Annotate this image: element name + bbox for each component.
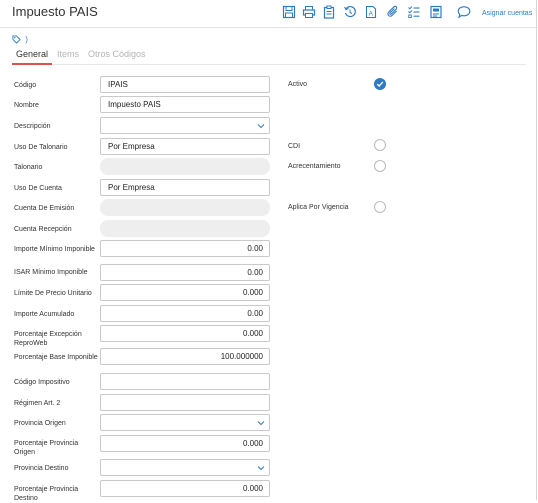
label-limite-precio: Límite De Precio Unitario <box>14 290 92 297</box>
history-icon[interactable] <box>343 5 357 19</box>
label-cuenta-recepcion: Cuenta Recepción <box>14 226 72 233</box>
label-cdi: CDI <box>288 143 301 150</box>
label-porcentaje-base: Porcentaje Base Imponible <box>14 354 98 361</box>
importe-acumulado-value: 0.00 <box>247 309 263 318</box>
label-aplica-vigencia: Aplica Por Vigencia <box>288 204 349 211</box>
label-uso-talonario: Uso De Talonario <box>14 144 68 151</box>
label-provincia-destino: Provincia Destino <box>14 465 69 472</box>
label-uso-cuenta: Uso De Cuenta <box>14 185 62 192</box>
importe-minimo-input[interactable]: 0.00 <box>100 240 270 257</box>
page-title: Impuesto PAIS <box>12 4 98 19</box>
checklist-icon[interactable] <box>407 5 421 19</box>
regimen-input[interactable] <box>100 394 270 411</box>
label-talonario: Talonario <box>14 164 43 171</box>
tab-otros-codigos[interactable]: Otros Códigos <box>88 49 146 59</box>
porcentaje-excepcion-input[interactable]: 0.000 <box>100 325 270 342</box>
codigo-input[interactable]: IPAIS <box>100 76 270 93</box>
label-porcentaje-provincia-destino: Porcentaje Provincia Destino <box>14 486 79 502</box>
header-divider <box>0 27 538 28</box>
importe-acumulado-input[interactable]: 0.00 <box>100 305 270 322</box>
aplica-vigencia-checkbox[interactable] <box>374 201 386 213</box>
tag-row[interactable]: ) <box>12 35 28 45</box>
chevron-down-icon <box>257 421 265 426</box>
clipboard-icon[interactable] <box>322 5 336 19</box>
porcentaje-base-value: 100.000000 <box>220 352 263 361</box>
comment-icon[interactable] <box>457 5 471 19</box>
label-cuenta-emision: Cuenta De Emisión <box>14 205 75 212</box>
cdi-checkbox[interactable] <box>374 139 386 151</box>
porcentaje-provincia-destino-value: 0.000 <box>242 484 263 493</box>
isar-minimo-input[interactable]: 0.00 <box>100 264 270 281</box>
porcentaje-provincia-origen-value: 0.000 <box>242 439 263 448</box>
save-icon[interactable] <box>282 5 296 19</box>
uso-talonario-value: Por Empresa <box>108 142 155 151</box>
uso-cuenta-input[interactable]: Por Empresa <box>100 179 270 196</box>
codigo-value: IPAIS <box>108 80 128 89</box>
codigo-impositivo-input[interactable] <box>100 373 270 390</box>
chevron-down-icon <box>257 124 265 129</box>
nombre-input[interactable]: Impuesto PAIS <box>100 96 270 113</box>
acrecentamiento-checkbox[interactable] <box>374 160 386 172</box>
isar-minimo-value: 0.00 <box>247 268 263 277</box>
checkmark-icon <box>376 81 384 87</box>
assign-accounts-link[interactable]: Asignar cuentas <box>482 10 532 17</box>
document-a-icon[interactable]: A <box>364 5 378 19</box>
label-importe-minimo: Importe Mínimo Imponible <box>14 246 95 253</box>
cuenta-emision-field <box>100 199 270 216</box>
label-porcentaje-provincia-origen: Porcentaje Provincia Origen <box>14 440 79 456</box>
active-tab-indicator <box>12 63 52 65</box>
label-descripcion: Descripción <box>14 123 51 130</box>
svg-text:A: A <box>369 11 374 18</box>
label-porcentaje-excepcion: Porcentaje Excepción ReproWeb <box>14 331 82 347</box>
tab-general[interactable]: General <box>16 49 48 59</box>
talonario-field <box>100 158 270 175</box>
cuenta-recepcion-field <box>100 220 270 237</box>
label-acrecentamiento: Acrecentamiento <box>288 163 341 170</box>
label-nombre: Nombre <box>14 102 39 109</box>
uso-cuenta-value: Por Empresa <box>108 183 155 192</box>
attachment-icon[interactable] <box>386 5 400 19</box>
label-importe-acumulado: Importe Acumulado <box>14 311 75 318</box>
limite-precio-value: 0.000 <box>242 288 263 297</box>
notes-icon[interactable] <box>429 5 443 19</box>
label-provincia-origen: Provincia Origen <box>14 420 66 427</box>
label-isar-minimo: ISAR Mínimo Imponible <box>14 269 88 276</box>
tabs-divider <box>12 64 526 65</box>
uso-talonario-input[interactable]: Por Empresa <box>100 138 270 155</box>
tag-text: ) <box>25 35 28 44</box>
chevron-down-icon <box>257 466 265 471</box>
print-icon[interactable] <box>302 5 316 19</box>
porcentaje-provincia-origen-input[interactable]: 0.000 <box>100 435 270 452</box>
activo-checkbox[interactable] <box>374 78 386 90</box>
porcentaje-excepcion-value: 0.000 <box>242 329 263 338</box>
provincia-origen-select[interactable] <box>100 414 270 431</box>
provincia-destino-select[interactable] <box>100 459 270 476</box>
tag-icon <box>12 35 21 45</box>
label-codigo: Código <box>14 82 37 89</box>
nombre-value: Impuesto PAIS <box>108 100 161 109</box>
porcentaje-base-input[interactable]: 100.000000 <box>100 348 270 365</box>
porcentaje-provincia-destino-input[interactable]: 0.000 <box>100 480 270 497</box>
importe-minimo-value: 0.00 <box>247 244 263 253</box>
label-activo: Activo <box>288 81 308 88</box>
limite-precio-input[interactable]: 0.000 <box>100 284 270 301</box>
label-codigo-impositivo: Código Impositivo <box>14 379 70 386</box>
descripcion-select[interactable] <box>100 117 270 134</box>
label-regimen: Régimen Art. 2 <box>14 400 61 407</box>
tab-items[interactable]: Items <box>57 49 79 59</box>
